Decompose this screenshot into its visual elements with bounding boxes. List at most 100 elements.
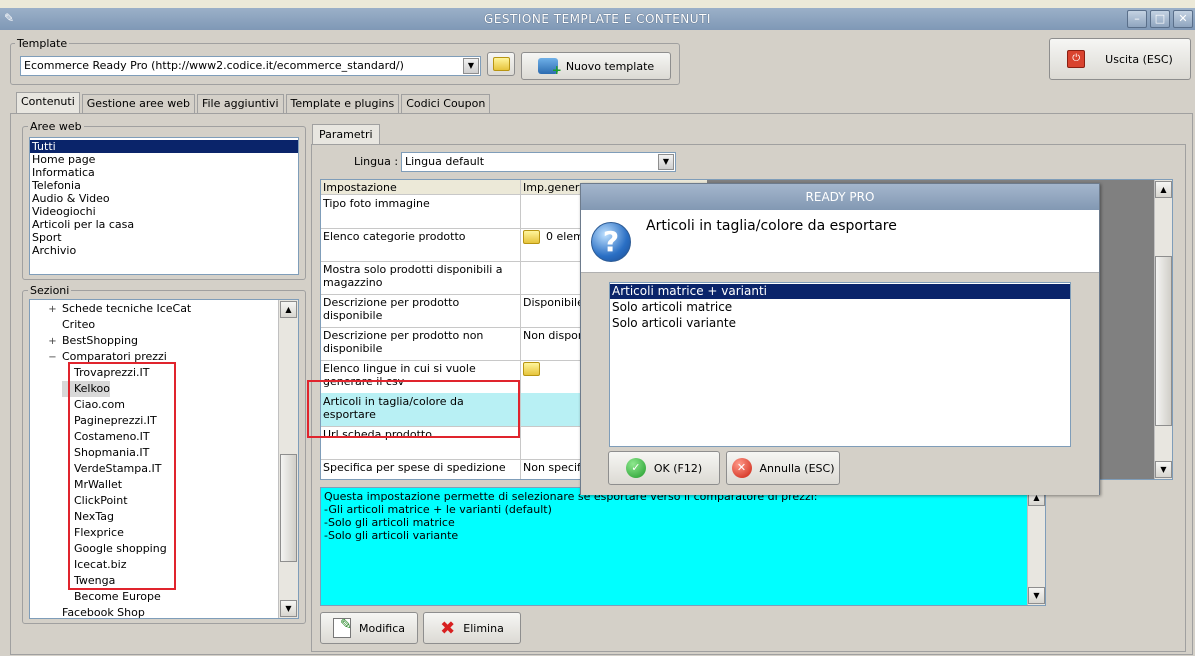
close-button[interactable]: ✕ [1173,10,1193,28]
list-item[interactable]: Telefonia [30,179,298,192]
highlight-box-comparatori [68,362,176,590]
list-item[interactable]: Archivio [30,244,298,257]
tree-item-label: Facebook Shop [62,606,145,619]
tree-item[interactable]: + BestShopping [48,333,138,349]
main-window: ✎ GESTIONE TEMPLATE E CONTENUTI – □ ✕ Te… [0,0,1195,656]
memo-scrollbar[interactable]: ▲ ▼ [1027,488,1045,605]
dialog-option[interactable]: Articoli matrice + varianti [610,284,1070,299]
aree-web-list: Tutti Home page Informatica Telefonia Au… [29,137,299,275]
list-item[interactable]: Videogiochi [30,205,298,218]
tree-item[interactable]: Criteo [48,317,95,333]
tree-item-label: Criteo [62,318,96,331]
tree-item[interactable]: Facebook Shop [48,605,145,619]
chevron-down-icon[interactable]: ▼ [463,58,479,74]
check-icon: ✓ [625,458,646,478]
chevron-down-icon[interactable]: ▼ [658,154,674,170]
setting-name-cell: Descrizione per prodotto disponibile [321,294,521,327]
cancel-icon: ✕ [731,458,752,478]
dialog-option[interactable]: Solo articoli variante [610,315,1070,331]
template-select[interactable]: Ecommerce Ready Pro (http://www2.codice.… [20,56,481,76]
column-header-impostazione[interactable]: Impostazione [321,180,521,194]
question-icon: ? [591,222,631,262]
elimina-button[interactable]: ✖ Elimina [423,612,521,644]
list-item[interactable]: Home page [30,153,298,166]
dialog-option[interactable]: Solo articoli matrice [610,299,1070,315]
tab-template-e-plugins[interactable]: Template e plugins [285,94,400,113]
window-title: GESTIONE TEMPLATE E CONTENUTI [484,12,711,26]
delete-x-icon: ✖ [440,617,456,639]
tab-codici-coupon[interactable]: Codici Coupon [401,94,491,113]
highlight-box-articoli [307,380,520,438]
sezioni-scrollbar[interactable]: ▲ ▼ [278,300,298,618]
template-group-label: Template [15,37,70,50]
modifica-button[interactable]: ✎ Modifica [320,612,418,644]
scroll-up-icon[interactable]: ▲ [1155,181,1172,198]
lingua-select-value: Lingua default [405,155,485,168]
elimina-label: Elimina [463,621,504,635]
new-template-label: Nuovo template [565,59,655,73]
folder-icon [492,57,510,71]
new-template-button[interactable]: + Nuovo template [521,52,671,80]
list-item[interactable]: Audio & Video [30,192,298,205]
main-tabs: Contenuti Gestione aree web File aggiunt… [16,92,492,113]
tree-item[interactable]: + Schede tecniche IceCat [48,301,191,317]
tab-file-aggiuntivi[interactable]: File aggiuntivi [196,94,284,113]
description-memo[interactable]: Questa impostazione permette di selezion… [320,487,1046,606]
setting-name-cell: Mostra solo prodotti disponibili a magaz… [321,261,521,294]
modifica-label: Modifica [359,621,405,635]
power-icon: ⏻ [1067,50,1086,68]
tree-item-label: BestShopping [62,334,139,347]
scroll-up-icon[interactable]: ▲ [280,301,297,318]
setting-name-cell: Specifica per spese di spedizione [321,459,521,479]
lingua-label: Lingua : [354,155,399,168]
exit-label: Uscita (ESC) [1105,52,1173,66]
list-item[interactable]: Tutti [30,140,298,153]
setting-name-cell: Descrizione per prodotto non disponibile [321,327,521,360]
tab-contenuti[interactable]: Contenuti [16,92,80,113]
scroll-down-icon[interactable]: ▼ [1155,461,1172,478]
scroll-down-icon[interactable]: ▼ [280,600,297,617]
minimize-button[interactable]: – [1127,10,1147,28]
scroll-thumb[interactable] [280,454,297,562]
folder-icon[interactable] [523,362,540,376]
title-bar: ✎ GESTIONE TEMPLATE E CONTENUTI – □ ✕ [0,8,1195,30]
expand-icon[interactable]: − [48,350,57,366]
parametri-tab[interactable]: Parametri [312,124,380,145]
description-line: -Solo gli articoli variante [324,529,459,542]
dialog-title: READY PRO [581,184,1099,210]
expand-icon[interactable]: + [48,302,57,318]
expand-icon[interactable]: + [48,334,57,350]
maximize-button[interactable]: □ [1150,10,1170,28]
list-item[interactable]: Informatica [30,166,298,179]
sezioni-label: Sezioni [28,284,72,297]
list-item[interactable]: Articoli per la casa [30,218,298,231]
annulla-label: Annulla (ESC) [759,461,835,475]
tree-item-label: Become Europe [74,590,161,603]
scroll-thumb[interactable] [1155,256,1172,426]
template-select-value: Ecommerce Ready Pro (http://www2.codice.… [24,59,404,72]
setting-name-cell: Tipo foto immagine [321,195,521,228]
column-header-imp-generica[interactable]: Imp.generica [521,180,581,194]
scroll-down-icon[interactable]: ▼ [1028,587,1045,604]
aree-web-label: Aree web [28,120,84,133]
folder-icon[interactable] [523,230,540,244]
description-line: -Solo gli articoli matrice [324,516,455,529]
dialog-question: Articoli in taglia/colore da esportare [646,218,897,234]
tree-item[interactable]: Become Europe [62,589,161,605]
edit-icon: ✎ [333,617,352,638]
ok-label: OK (F12) [653,461,703,475]
annulla-button[interactable]: ✕ Annulla (ESC) [726,451,840,485]
tree-item-label: Schede tecniche IceCat [62,302,192,315]
choice-dialog: READY PRO ? Articoli in taglia/colore da… [580,183,1100,495]
new-template-icon: + [537,58,562,77]
grid-scrollbar[interactable]: ▲ ▼ [1154,180,1172,479]
lingua-select[interactable]: Lingua default ▼ [401,152,676,172]
ok-button[interactable]: ✓ OK (F12) [608,451,720,485]
open-folder-button[interactable] [487,52,515,76]
setting-name-cell: Elenco categorie prodotto [321,228,521,261]
tab-gestione-aree-web[interactable]: Gestione aree web [81,94,195,113]
description-line: -Gli articoli matrice + le varianti (def… [324,503,552,516]
list-item[interactable]: Sport [30,231,298,244]
dialog-options-list: Articoli matrice + varianti Solo articol… [609,282,1071,447]
exit-button[interactable]: ⏻ Uscita (ESC) [1049,38,1191,80]
